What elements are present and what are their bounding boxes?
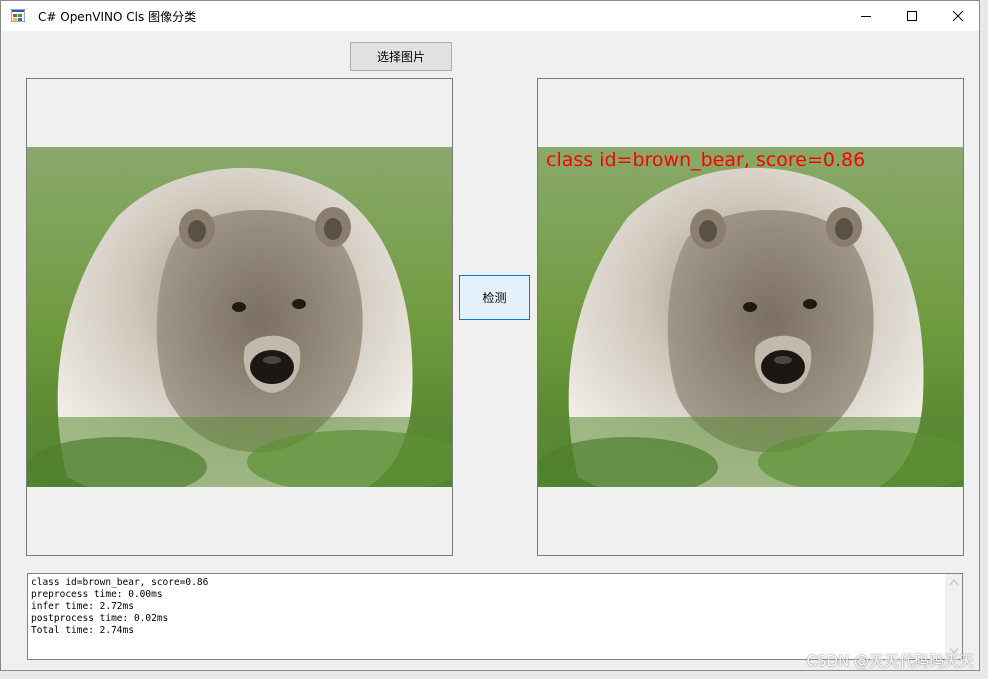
close-icon bbox=[953, 11, 963, 21]
log-scrollbar[interactable] bbox=[945, 574, 962, 659]
scroll-up-button[interactable] bbox=[945, 574, 962, 591]
log-line: postprocess time: 0.02ms bbox=[31, 613, 169, 624]
maximize-button[interactable] bbox=[889, 1, 935, 31]
main-window: C# OpenVINO Cls 图像分类 选择图片 检测 class id=br… bbox=[0, 0, 980, 671]
source-image bbox=[27, 147, 452, 487]
source-image-box bbox=[26, 78, 453, 556]
maximize-icon bbox=[907, 11, 917, 21]
log-line: class id=brown_bear, score=0.86 bbox=[31, 577, 209, 588]
detect-button[interactable]: 检测 bbox=[459, 275, 530, 320]
result-image bbox=[538, 147, 963, 487]
classification-result-label: class id=brown_bear, score=0.86 bbox=[546, 149, 866, 171]
select-image-button[interactable]: 选择图片 bbox=[350, 42, 452, 71]
scroll-up-icon bbox=[949, 580, 958, 585]
watermark: CSDN @天天代码码天天 bbox=[806, 652, 974, 670]
minimize-icon bbox=[861, 16, 871, 17]
result-image-box: class id=brown_bear, score=0.86 bbox=[537, 78, 964, 556]
window-title: C# OpenVINO Cls 图像分类 bbox=[38, 10, 197, 24]
log-textbox[interactable]: class id=brown_bear, score=0.86 preproce… bbox=[27, 573, 963, 660]
log-line: infer time: 2.72ms bbox=[31, 601, 134, 612]
title-bar[interactable]: C# OpenVINO Cls 图像分类 bbox=[1, 1, 979, 31]
close-button[interactable] bbox=[935, 1, 981, 31]
log-line: preprocess time: 0.00ms bbox=[31, 589, 163, 600]
app-icon bbox=[11, 9, 25, 22]
minimize-button[interactable] bbox=[843, 1, 889, 31]
log-lines: class id=brown_bear, score=0.86 preproce… bbox=[31, 577, 208, 637]
log-line: Total time: 2.74ms bbox=[31, 625, 134, 636]
